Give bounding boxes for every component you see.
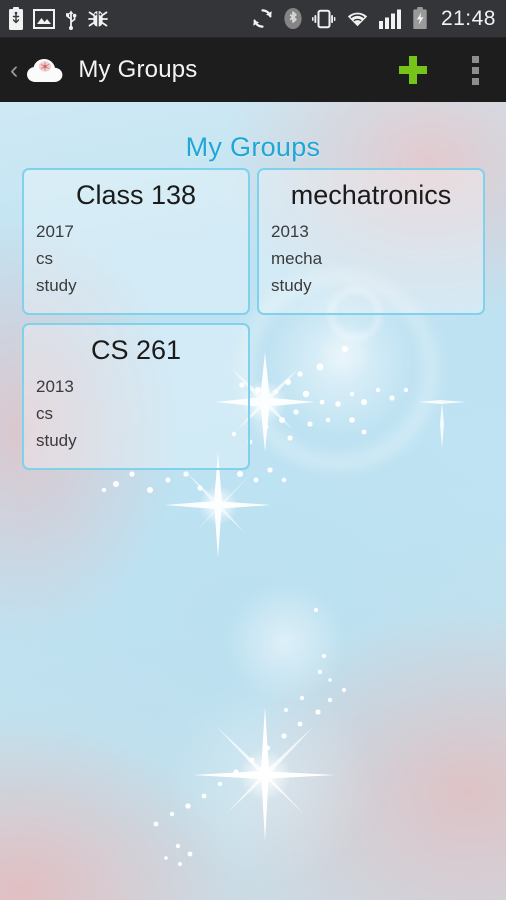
status-bar-left-icons bbox=[8, 6, 109, 31]
group-kind: study bbox=[271, 276, 312, 295]
screenshot-image-icon bbox=[33, 8, 55, 29]
wifi-icon bbox=[347, 12, 368, 26]
group-meta: 2017 cs study bbox=[24, 212, 248, 299]
debug-bug-icon bbox=[88, 10, 108, 27]
sync-icon bbox=[253, 9, 272, 28]
action-bar-title: My Groups bbox=[78, 56, 198, 83]
group-meta: 2013 cs study bbox=[24, 367, 248, 454]
back-chevron-icon[interactable]: ‹ bbox=[8, 57, 22, 83]
add-group-button[interactable] bbox=[390, 47, 436, 93]
action-bar: ‹ My Groups bbox=[0, 38, 506, 102]
status-bar: 21:48 bbox=[0, 0, 506, 38]
groups-grid: Class 138 2017 cs study mechatronics 201… bbox=[22, 168, 486, 470]
bluetooth-icon bbox=[284, 7, 302, 30]
status-bar-clock: 21:48 bbox=[440, 6, 496, 30]
group-title: Class 138 bbox=[75, 180, 197, 210]
phone-screen: 21:48 ‹ My Groups My Groups Class 138 20… bbox=[0, 0, 506, 900]
content-area: My Groups Class 138 2017 cs study mechat… bbox=[0, 102, 506, 900]
overflow-dot-icon bbox=[471, 77, 479, 85]
usb-battery-icon bbox=[9, 6, 23, 30]
group-year: 2017 bbox=[36, 222, 74, 241]
group-kind: study bbox=[36, 276, 77, 295]
vibrate-icon bbox=[312, 9, 336, 28]
group-meta: 2013 mecha study bbox=[259, 212, 483, 299]
overflow-dot-icon bbox=[471, 66, 479, 74]
page-title: My Groups bbox=[185, 132, 321, 162]
group-card[interactable]: CS 261 2013 cs study bbox=[22, 323, 250, 470]
group-subject: mecha bbox=[271, 249, 323, 268]
group-card[interactable]: mechatronics 2013 mecha study bbox=[257, 168, 485, 315]
battery-charging-icon bbox=[413, 7, 427, 30]
group-year: 2013 bbox=[271, 222, 309, 241]
overflow-dot-icon bbox=[471, 55, 479, 63]
group-subject: cs bbox=[36, 249, 53, 268]
usb-icon bbox=[66, 10, 77, 30]
group-card[interactable]: Class 138 2017 cs study bbox=[22, 168, 250, 315]
group-year: 2013 bbox=[36, 377, 74, 396]
group-kind: study bbox=[36, 431, 77, 450]
group-title: mechatronics bbox=[290, 180, 452, 210]
status-bar-right-icons: 21:48 bbox=[251, 7, 496, 31]
overflow-menu-button[interactable] bbox=[458, 47, 492, 93]
cloud-icon[interactable] bbox=[24, 54, 68, 86]
group-title: CS 261 bbox=[90, 335, 182, 365]
plus-icon bbox=[399, 56, 427, 84]
signal-bars-icon bbox=[378, 9, 401, 29]
group-subject: cs bbox=[36, 404, 53, 423]
